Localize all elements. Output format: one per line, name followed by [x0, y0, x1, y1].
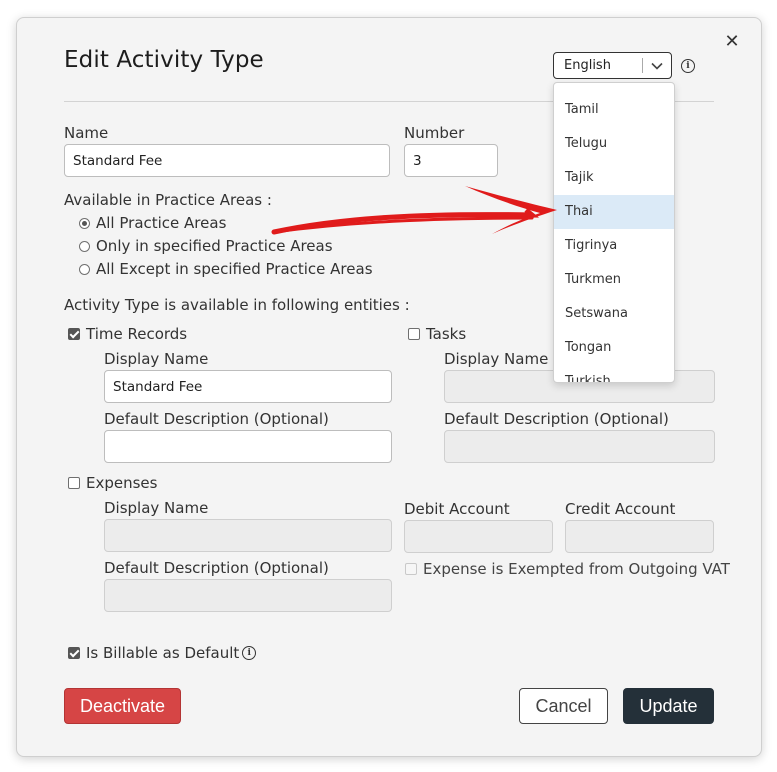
time-records-display-name-value: Standard Fee: [113, 378, 203, 395]
vat-exempt-checkbox: [405, 563, 417, 575]
language-info-icon[interactable]: i: [681, 59, 695, 73]
name-input[interactable]: Standard Fee: [64, 144, 390, 177]
language-dropdown-list[interactable]: Tamil Telugu Tajik Thai Tigrinya Turkmen…: [553, 82, 675, 383]
dropdown-top-padding: [554, 83, 674, 93]
language-option[interactable]: Tamil: [554, 93, 674, 127]
practice-area-option-label: All Practice Areas: [96, 214, 227, 232]
practice-area-option-except[interactable]: All Except in specified Practice Areas: [79, 260, 373, 278]
language-option[interactable]: Tajik: [554, 161, 674, 195]
close-icon[interactable]: ✕: [722, 32, 742, 52]
radio-button[interactable]: [79, 263, 90, 275]
expenses-description-input: [104, 579, 392, 612]
expenses-label: Expenses: [86, 474, 158, 492]
radio-button[interactable]: [79, 240, 90, 252]
billable-checkbox[interactable]: [68, 647, 80, 659]
language-option[interactable]: Tigrinya: [554, 229, 674, 263]
red-arrow-annotation: [271, 186, 557, 235]
language-option[interactable]: Telugu: [554, 127, 674, 161]
cancel-button[interactable]: Cancel: [519, 688, 608, 724]
expenses-toggle[interactable]: Expenses: [68, 474, 157, 492]
time-records-display-name-input[interactable]: Standard Fee: [104, 370, 392, 403]
time-records-description-label: Default Description (Optional): [104, 410, 329, 428]
practice-area-option-label: All Except in specified Practice Areas: [96, 260, 373, 278]
vat-exempt-toggle: Expense is Exempted from Outgoing VAT: [405, 560, 730, 578]
language-option[interactable]: Tongan: [554, 331, 674, 365]
tasks-label: Tasks: [426, 325, 467, 343]
language-option-highlighted[interactable]: Thai: [554, 195, 674, 229]
language-select-value: English: [564, 58, 611, 73]
credit-account-input: [565, 520, 714, 553]
tasks-description-input: [444, 430, 715, 463]
dialog-title: Edit Activity Type: [64, 47, 264, 73]
update-button[interactable]: Update: [623, 688, 714, 724]
number-input-value: 3: [413, 152, 422, 169]
entities-label: Activity Type is available in following …: [64, 296, 410, 314]
deactivate-button[interactable]: Deactivate: [64, 688, 181, 724]
expenses-display-name-input: [104, 519, 392, 552]
language-option[interactable]: Setswana: [554, 297, 674, 331]
expenses-display-name-label: Display Name: [104, 499, 209, 517]
debit-account-input: [404, 520, 553, 553]
billable-toggle[interactable]: Is Billable as Default i: [68, 644, 257, 662]
language-select[interactable]: English: [553, 52, 672, 79]
tasks-display-name-label: Display Name: [444, 350, 549, 368]
practice-area-option-all[interactable]: All Practice Areas: [79, 214, 226, 232]
time-records-display-name-label: Display Name: [104, 350, 209, 368]
vat-exempt-label: Expense is Exempted from Outgoing VAT: [423, 560, 730, 578]
tasks-description-label: Default Description (Optional): [444, 410, 669, 428]
radio-button[interactable]: [79, 217, 90, 229]
time-records-toggle[interactable]: Time Records: [68, 325, 187, 343]
time-records-description-input[interactable]: [104, 430, 392, 463]
number-input[interactable]: 3: [404, 144, 498, 177]
language-option[interactable]: Turkmen: [554, 263, 674, 297]
billable-info-icon[interactable]: i: [242, 646, 257, 660]
name-label: Name: [64, 124, 109, 142]
credit-account-label: Credit Account: [565, 500, 676, 518]
expenses-checkbox[interactable]: [68, 477, 80, 489]
tasks-checkbox[interactable]: [408, 328, 420, 340]
time-records-label: Time Records: [86, 325, 188, 343]
name-input-value: Standard Fee: [73, 152, 163, 169]
expenses-description-label: Default Description (Optional): [104, 559, 329, 577]
language-option[interactable]: Turkish: [554, 365, 674, 382]
practice-areas-label: Available in Practice Areas :: [64, 191, 272, 209]
billable-label: Is Billable as Default: [86, 644, 240, 662]
tasks-toggle[interactable]: Tasks: [408, 325, 466, 343]
number-label: Number: [404, 124, 465, 142]
time-records-checkbox[interactable]: [68, 328, 80, 340]
debit-account-label: Debit Account: [404, 500, 510, 518]
chevron-down-icon[interactable]: [643, 59, 671, 73]
